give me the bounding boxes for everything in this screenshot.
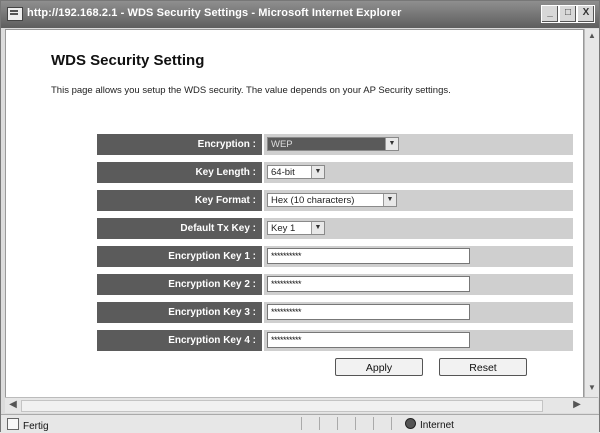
encryption-key-3-label: Encryption Key 3 : [97, 302, 262, 323]
default-tx-key-value-cell: Key 1 ▼ [264, 218, 573, 239]
scroll-left-icon[interactable]: ◀ [7, 399, 19, 411]
ie-page-icon [7, 7, 23, 21]
vertical-scrollbar[interactable]: ▲ ▼ [584, 29, 599, 397]
key-length-value-cell: 64-bit ▼ [264, 162, 573, 183]
status-text: Fertig [23, 421, 49, 432]
page-done-icon [7, 418, 19, 430]
zone-text: Internet [420, 420, 454, 431]
browser-window: http://192.168.2.1 - WDS Security Settin… [0, 0, 600, 433]
encryption-key-2-input[interactable]: ********** [267, 276, 470, 292]
default-tx-key-selected-value: Key 1 [271, 223, 296, 234]
horizontal-scroll-thumb[interactable] [21, 400, 543, 412]
encryption-key-4-input[interactable]: ********** [267, 332, 470, 348]
scroll-right-icon[interactable]: ▶ [571, 399, 583, 411]
key-format-select[interactable]: Hex (10 characters) ▼ [267, 193, 397, 207]
maximize-button[interactable]: □ [559, 5, 577, 23]
encryption-key-3-value-cell: ********** [264, 302, 573, 323]
encryption-label: Encryption : [97, 134, 262, 155]
horizontal-scrollbar[interactable]: ◀ ▶ [5, 397, 598, 413]
encryption-key-1-input[interactable]: ********** [267, 248, 470, 264]
encryption-value-cell: WEP ▼ [264, 134, 573, 155]
page-title: WDS Security Setting [51, 52, 205, 69]
chevron-down-icon[interactable]: ▼ [385, 138, 398, 150]
default-tx-key-label: Default Tx Key : [97, 218, 262, 239]
status-divider [319, 417, 320, 430]
scroll-down-icon[interactable]: ▼ [587, 383, 597, 393]
status-bar: Fertig Internet [1, 414, 599, 433]
encryption-key-2-label: Encryption Key 2 : [97, 274, 262, 295]
status-divider [391, 417, 392, 430]
key-length-selected-value: 64-bit [271, 167, 295, 178]
key-length-label: Key Length : [97, 162, 262, 183]
chevron-down-icon[interactable]: ▼ [383, 194, 396, 206]
key-length-row: Key Length : 64-bit ▼ [97, 162, 573, 183]
encryption-key-3-input[interactable]: ********** [267, 304, 470, 320]
page-description: This page allows you setup the WDS secur… [51, 85, 451, 96]
status-divider [355, 417, 356, 430]
close-button[interactable]: X [577, 5, 595, 23]
encryption-selected-value: WEP [271, 139, 293, 150]
key-format-value-cell: Hex (10 characters) ▼ [264, 190, 573, 211]
status-divider [337, 417, 338, 430]
key-format-selected-value: Hex (10 characters) [271, 195, 355, 206]
key-length-select[interactable]: 64-bit ▼ [267, 165, 325, 179]
title-bar[interactable]: http://192.168.2.1 - WDS Security Settin… [1, 1, 599, 28]
encryption-key-1-value-cell: ********** [264, 246, 573, 267]
window-title: http://192.168.2.1 - WDS Security Settin… [27, 7, 402, 19]
default-tx-key-select[interactable]: Key 1 ▼ [267, 221, 325, 235]
chevron-down-icon[interactable]: ▼ [311, 222, 324, 234]
encryption-key-4-row: Encryption Key 4 : ********** [97, 330, 573, 351]
security-zone: Internet [405, 418, 454, 431]
default-tx-key-row: Default Tx Key : Key 1 ▼ [97, 218, 573, 239]
encryption-key-1-label: Encryption Key 1 : [97, 246, 262, 267]
apply-button[interactable]: Apply [335, 358, 423, 376]
encryption-key-4-label: Encryption Key 4 : [97, 330, 262, 351]
status-divider [301, 417, 302, 430]
globe-icon [405, 418, 416, 429]
status-divider [373, 417, 374, 430]
status-text-container: Fertig [7, 418, 49, 432]
encryption-key-2-value-cell: ********** [264, 274, 573, 295]
chevron-down-icon[interactable]: ▼ [311, 166, 324, 178]
encryption-key-1-row: Encryption Key 1 : ********** [97, 246, 573, 267]
encryption-key-4-value-cell: ********** [264, 330, 573, 351]
reset-button[interactable]: Reset [439, 358, 527, 376]
encryption-row: Encryption : WEP ▼ [97, 134, 573, 155]
encryption-key-3-row: Encryption Key 3 : ********** [97, 302, 573, 323]
encryption-key-2-row: Encryption Key 2 : ********** [97, 274, 573, 295]
encryption-select[interactable]: WEP ▼ [267, 137, 399, 151]
scroll-up-icon[interactable]: ▲ [587, 31, 597, 41]
minimize-button[interactable]: _ [541, 5, 559, 23]
key-format-row: Key Format : Hex (10 characters) ▼ [97, 190, 573, 211]
key-format-label: Key Format : [97, 190, 262, 211]
